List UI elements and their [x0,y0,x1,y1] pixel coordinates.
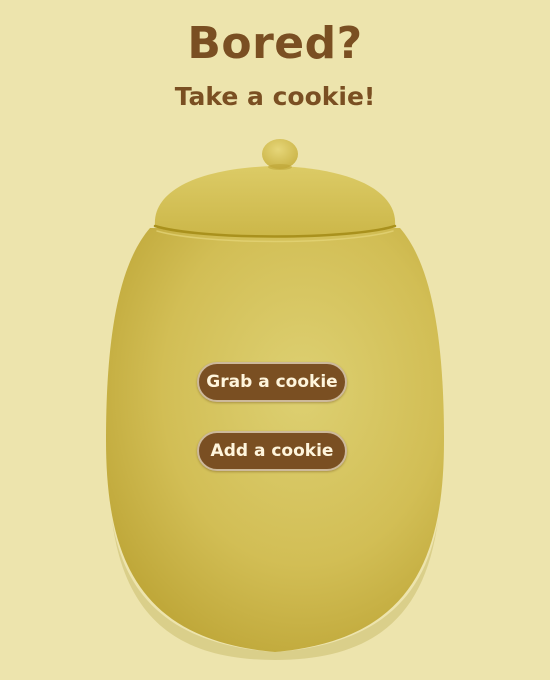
add-cookie-button[interactable]: Add a cookie [197,431,347,471]
cookie-jar-icon [106,139,444,660]
grab-cookie-button[interactable]: Grab a cookie [197,362,347,402]
jar-lid [154,166,396,237]
